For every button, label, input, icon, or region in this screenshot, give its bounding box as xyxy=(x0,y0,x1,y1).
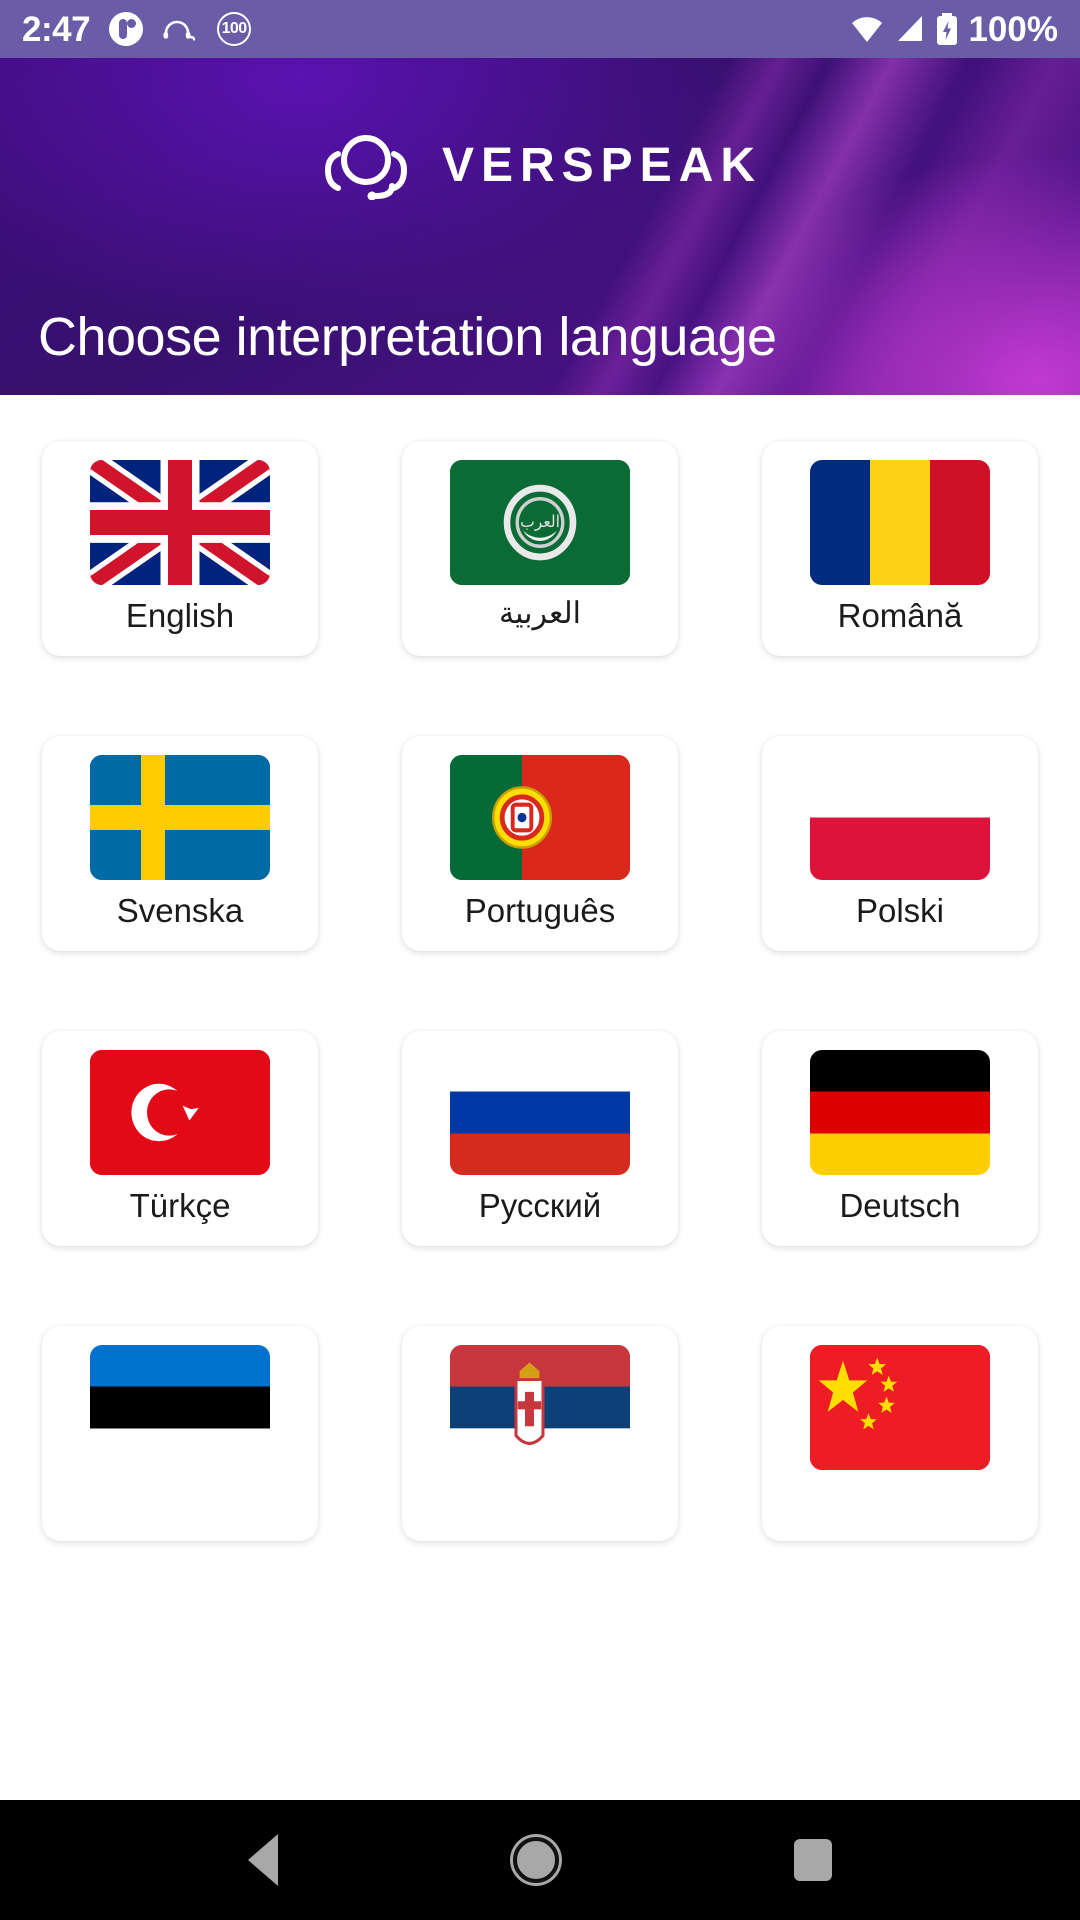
flag-china xyxy=(810,1345,990,1470)
language-card-portuguese[interactable]: Português xyxy=(402,736,678,951)
battery-charging-icon xyxy=(936,13,958,45)
flag-serbia xyxy=(450,1345,630,1470)
language-card-chinese[interactable] xyxy=(762,1326,1038,1541)
language-label: Svenska xyxy=(116,892,244,929)
flag-russia xyxy=(450,1050,630,1175)
language-list: English العرب العربية Română Svenska Por… xyxy=(0,395,1080,1800)
page-title: Choose interpretation language xyxy=(38,307,777,367)
status-bar-right: 100% xyxy=(850,12,1058,47)
signal-icon xyxy=(894,14,926,44)
language-card-russian[interactable]: Русский xyxy=(402,1031,678,1246)
recents-icon[interactable] xyxy=(794,1839,833,1881)
svg-text:العرب: العرب xyxy=(520,512,560,532)
language-label: English xyxy=(125,597,235,634)
language-label: Português xyxy=(464,892,616,929)
back-icon[interactable] xyxy=(247,1834,278,1886)
language-card-romanian[interactable]: Română xyxy=(762,441,1038,656)
speed-limit-100-icon: 100 xyxy=(217,12,252,46)
language-card-german[interactable]: Deutsch xyxy=(762,1031,1038,1246)
language-label: Русский xyxy=(478,1187,602,1224)
language-label: Română xyxy=(837,597,963,634)
app-header: VERSPEAK Choose interpretation language xyxy=(0,58,1080,395)
android-nav-bar xyxy=(0,1800,1080,1920)
language-grid: English العرب العربية Română Svenska Por… xyxy=(42,441,1038,1541)
headset-logo-icon xyxy=(318,130,414,201)
flag-portugal xyxy=(450,755,630,880)
language-card-serbian[interactable] xyxy=(402,1326,678,1541)
flag-arab-league: العرب xyxy=(450,460,630,585)
app-screen: 2:47 100 100% VERSPEAK Choose interpreta… xyxy=(0,0,1080,1920)
battery-percent: 100% xyxy=(968,9,1058,49)
status-clock: 2:47 xyxy=(22,9,91,49)
language-card-polish[interactable]: Polski xyxy=(762,736,1038,951)
status-bar: 2:47 100 100% xyxy=(0,0,1080,58)
flag-sweden xyxy=(90,755,270,880)
app-circle-icon xyxy=(109,12,144,46)
language-card-turkish[interactable]: Türkçe xyxy=(42,1031,318,1246)
wifi-icon xyxy=(850,14,884,44)
flag-estonia xyxy=(90,1345,270,1470)
headset-icon xyxy=(162,16,198,42)
flag-turkey xyxy=(90,1050,270,1175)
home-icon[interactable] xyxy=(512,1837,559,1883)
language-label: Deutsch xyxy=(839,1187,961,1224)
brand-logo: VERSPEAK xyxy=(0,130,1080,201)
status-bar-left: 2:47 100 xyxy=(22,9,252,49)
flag-poland xyxy=(810,755,990,880)
language-card-swedish[interactable]: Svenska xyxy=(42,736,318,951)
language-label: Polski xyxy=(855,892,945,929)
flag-romania xyxy=(810,460,990,585)
language-label: Türkçe xyxy=(129,1187,231,1224)
language-card-arabic[interactable]: العرب العربية xyxy=(402,441,678,656)
language-card-estonian[interactable] xyxy=(42,1326,318,1541)
language-card-english[interactable]: English xyxy=(42,441,318,656)
language-label: العربية xyxy=(499,597,581,630)
flag-united-kingdom xyxy=(90,460,270,585)
flag-germany xyxy=(810,1050,990,1175)
brand-name: VERSPEAK xyxy=(441,138,763,192)
